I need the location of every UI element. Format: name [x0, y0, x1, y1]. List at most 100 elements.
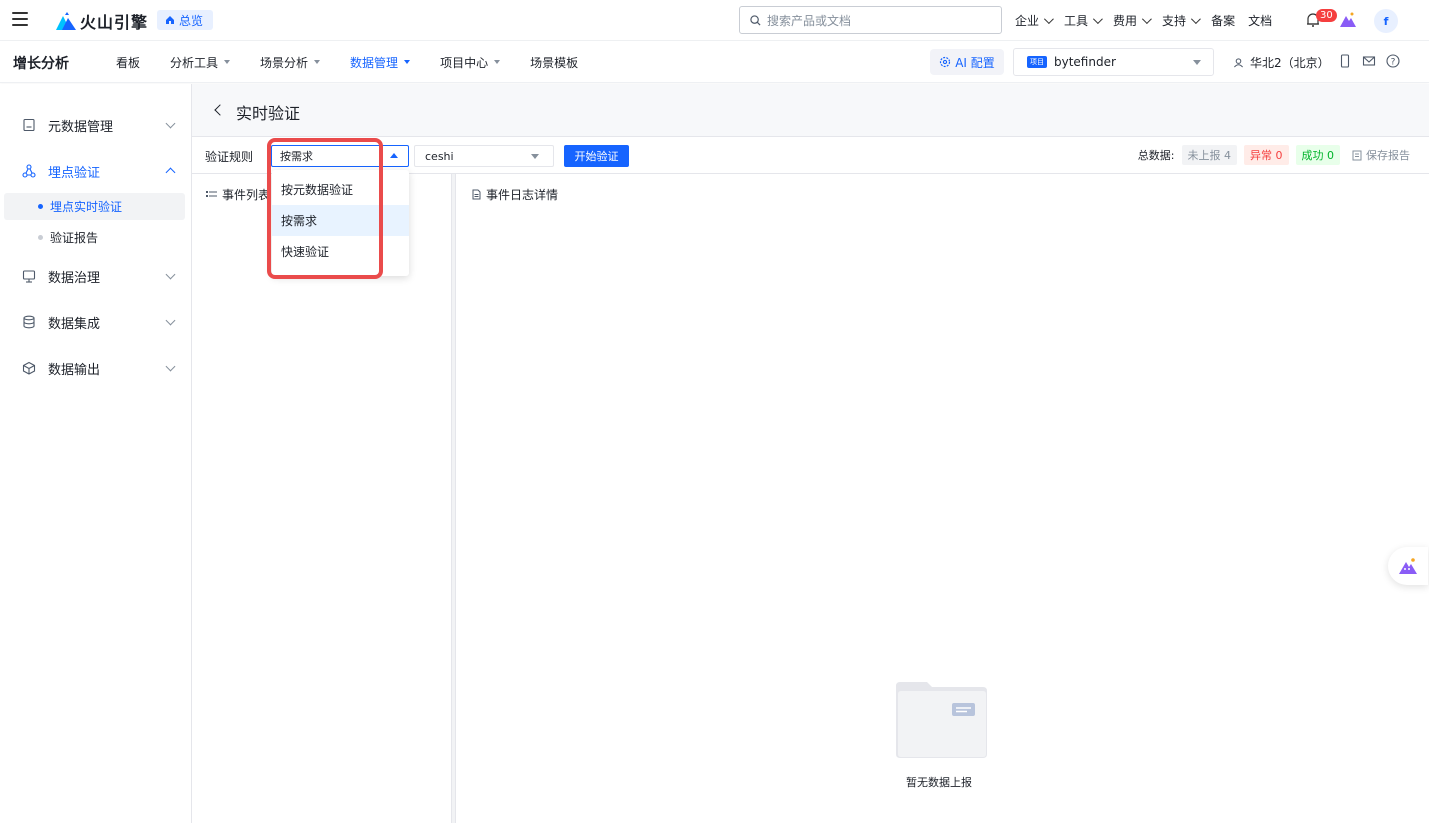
chevron-down-icon	[165, 361, 176, 372]
mail-icon[interactable]	[1362, 54, 1376, 68]
home-icon	[166, 16, 174, 24]
enterprise-label: 企业	[1015, 13, 1040, 28]
event-log-title: 事件日志详情	[472, 186, 558, 203]
page-title: 实时验证	[236, 104, 301, 123]
filter-bar: 验证规则 按需求 ceshi 开始验证 总数据: 未上报 4 异常 0 成功 0…	[192, 137, 1429, 174]
billing-menu[interactable]: 费用	[1113, 12, 1152, 29]
project-select[interactable]: 项目 bytefinder	[1013, 48, 1214, 76]
save-report-label: 保存报告	[1366, 149, 1410, 162]
sidebar-label: 埋点验证	[48, 165, 101, 181]
nav-scenario-templates[interactable]: 场景模板	[530, 54, 578, 71]
caret-down-icon	[494, 60, 501, 64]
nav-icon-group: ?	[1338, 54, 1400, 68]
region-selector[interactable]: 华北2（北京）	[1233, 54, 1330, 71]
bullet-dot	[38, 204, 43, 209]
project-name: bytefinder	[1054, 55, 1116, 69]
nav-label: 场景分析	[260, 55, 309, 70]
page-header: 实时验证	[192, 84, 1429, 137]
mobile-icon[interactable]	[1338, 54, 1352, 68]
overview-button[interactable]: 总览	[157, 10, 214, 30]
total-data-label: 总数据:	[1137, 149, 1175, 162]
chevron-down-icon	[1043, 13, 1054, 24]
empty-folder-icon	[896, 682, 987, 758]
search-icon	[750, 14, 761, 26]
nav-project-center[interactable]: 项目中心	[440, 54, 501, 71]
tools-menu[interactable]: 工具	[1064, 12, 1103, 29]
location-icon	[1234, 58, 1243, 68]
sidebar-item-tracking-verify[interactable]: 埋点验证	[0, 153, 192, 189]
enterprise-menu[interactable]: 企业	[1015, 12, 1054, 29]
support-label: 支持	[1162, 13, 1187, 28]
volcano-logo-icon	[56, 12, 76, 30]
sidebar-label: 数据治理	[48, 270, 101, 286]
ai-config-label: AI 配置	[955, 55, 995, 70]
requirement-select[interactable]: ceshi	[414, 145, 554, 167]
ai-assistant-icon[interactable]	[1339, 11, 1357, 29]
dropdown-option-quick-verify[interactable]: 快速验证	[272, 236, 409, 267]
region-label: 华北2（北京）	[1250, 56, 1330, 70]
caret-down-icon	[224, 60, 231, 64]
help-icon[interactable]: ?	[1386, 54, 1400, 68]
nav-label: 数据管理	[350, 55, 399, 70]
dropdown-option-by-requirement[interactable]: 按需求	[272, 205, 409, 236]
sidebar-sub-label: 埋点实时验证	[50, 200, 123, 214]
ai-assistant-icon	[1399, 558, 1417, 574]
save-report-button[interactable]: 保存报告	[1352, 147, 1410, 163]
search-input[interactable]: 搜索产品或文档	[739, 6, 1002, 34]
event-list-title: 事件列表	[206, 186, 270, 203]
rule-select-value: 按需求	[280, 150, 313, 163]
panel-resize-handle[interactable]	[451, 174, 456, 823]
avatar[interactable]: f	[1374, 9, 1398, 33]
notification-badge: 30	[1316, 9, 1337, 22]
back-arrow-icon[interactable]	[214, 104, 226, 116]
top-bar: 火山引擎 总览 搜索产品或文档 企业 工具 费用 支持 备案 文档 30 f	[0, 0, 1429, 41]
nav-label: 看板	[116, 55, 141, 70]
event-log-label: 事件日志详情	[486, 188, 559, 202]
floating-ai-button[interactable]	[1388, 547, 1428, 585]
database-icon	[23, 315, 35, 329]
caret-down-icon	[404, 60, 411, 64]
hamburger-menu-icon[interactable]	[12, 12, 28, 26]
product-title: 增长分析	[13, 56, 69, 72]
top-links: 企业 工具 费用 支持 备案 文档	[1015, 0, 1272, 40]
filing-link[interactable]: 备案	[1211, 12, 1235, 29]
nav-data-management[interactable]: 数据管理	[350, 54, 411, 71]
overview-label: 总览	[179, 13, 204, 28]
caret-up-icon	[390, 153, 398, 158]
stat-error[interactable]: 异常 0	[1244, 145, 1289, 165]
document-icon	[23, 118, 35, 132]
chevron-down-icon	[1191, 13, 1201, 24]
sidebar: 元数据管理 埋点验证 埋点实时验证 验证报告 数据治理 数据集成 数据输出	[0, 84, 192, 823]
sidebar-item-verify-report[interactable]: 验证报告	[4, 224, 185, 251]
rule-select[interactable]: 按需求	[271, 145, 409, 167]
chevron-down-icon	[165, 315, 176, 326]
ai-config-button[interactable]: AI 配置	[930, 49, 1004, 75]
nav-dashboard[interactable]: 看板	[116, 54, 140, 71]
rule-label: 验证规则	[205, 150, 254, 164]
svg-text:?: ?	[1391, 58, 1396, 68]
stat-success[interactable]: 成功 0	[1295, 145, 1340, 165]
sidebar-item-data-integration[interactable]: 数据集成	[0, 304, 192, 340]
sidebar-label: 数据集成	[48, 316, 101, 332]
docs-link[interactable]: 文档	[1248, 12, 1272, 29]
logo[interactable]: 火山引擎	[56, 9, 148, 33]
support-menu[interactable]: 支持	[1162, 12, 1201, 29]
dropdown-option-metadata-verify[interactable]: 按元数据验证	[272, 174, 409, 205]
nav-scenario-analysis[interactable]: 场景分析	[260, 54, 321, 71]
sidebar-item-metadata[interactable]: 元数据管理	[0, 107, 192, 143]
sidebar-label: 数据输出	[48, 362, 101, 378]
nav-label: 场景模板	[530, 55, 579, 70]
stats-group: 总数据: 未上报 4 异常 0 成功 0 保存报告	[1138, 145, 1410, 165]
file-icon	[472, 189, 481, 200]
chevron-down-icon	[165, 269, 176, 280]
sidebar-item-realtime-verify[interactable]: 埋点实时验证	[4, 193, 185, 220]
sidebar-item-data-output[interactable]: 数据输出	[0, 350, 192, 386]
start-verify-button[interactable]: 开始验证	[564, 145, 629, 167]
sidebar-item-data-governance[interactable]: 数据治理	[0, 258, 192, 294]
stat-unreported[interactable]: 未上报 4	[1181, 145, 1237, 165]
empty-state-text: 暂无数据上报	[906, 776, 972, 789]
sidebar-label: 元数据管理	[48, 119, 114, 135]
nav-analysis-tools[interactable]: 分析工具	[170, 54, 231, 71]
list-icon	[206, 191, 217, 197]
chevron-up-icon	[165, 167, 176, 178]
